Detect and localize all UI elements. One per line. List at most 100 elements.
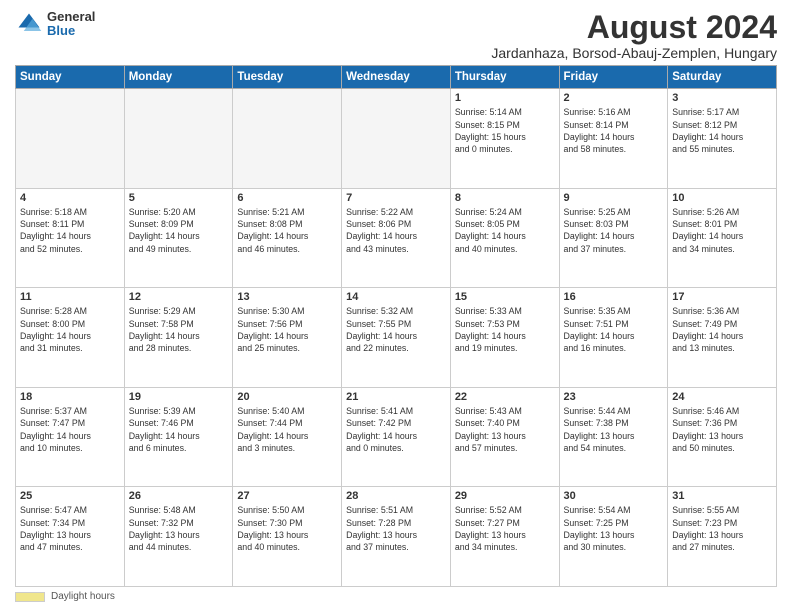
- day-info: Sunrise: 5:40 AM Sunset: 7:44 PM Dayligh…: [237, 405, 337, 454]
- table-row: 31Sunrise: 5:55 AM Sunset: 7:23 PM Dayli…: [668, 487, 777, 587]
- calendar-row: 18 Sunrise: 5:37 AM Sunset: 7:47 PM Dayli…: [16, 387, 777, 487]
- day-number: 6: [237, 192, 337, 204]
- table-row: 9 Sunrise: 5:25 AM Sunset: 8:03 PM Daylig…: [559, 188, 668, 288]
- table-row: 4 Sunrise: 5:18 AM Sunset: 8:11 PM Daylig…: [16, 188, 125, 288]
- day-number: 25: [20, 490, 120, 502]
- table-row: [233, 89, 342, 189]
- table-row: 3Sunrise: 5:17 AM Sunset: 8:12 PM Daylig…: [668, 89, 777, 189]
- table-row: 27 Sunrise: 5:50 AM Sunset: 7:30 PM Dayli…: [233, 487, 342, 587]
- day-number: 28: [346, 490, 446, 502]
- title-block: August 2024 Jardanhaza, Borsod-Abauj-Zem…: [491, 10, 777, 61]
- calendar-row: 25Sunrise: 5:47 AM Sunset: 7:34 PM Dayli…: [16, 487, 777, 587]
- table-row: 1Sunrise: 5:14 AM Sunset: 8:15 PM Daylig…: [450, 89, 559, 189]
- table-row: 5 Sunrise: 5:20 AM Sunset: 8:09 PM Daylig…: [124, 188, 233, 288]
- day-info: Sunrise: 5:54 AM Sunset: 7:25 PM Dayligh…: [564, 504, 664, 553]
- day-number: 16: [564, 291, 664, 303]
- calendar-row: 1Sunrise: 5:14 AM Sunset: 8:15 PM Daylig…: [16, 89, 777, 189]
- calendar-row: 11Sunrise: 5:28 AM Sunset: 8:00 PM Dayli…: [16, 288, 777, 388]
- table-row: 16 Sunrise: 5:35 AM Sunset: 7:51 PM Dayli…: [559, 288, 668, 388]
- table-row: 12Sunrise: 5:29 AM Sunset: 7:58 PM Dayli…: [124, 288, 233, 388]
- table-row: 15Sunrise: 5:33 AM Sunset: 7:53 PM Dayli…: [450, 288, 559, 388]
- calendar-table: Sunday Monday Tuesday Wednesday Thursday…: [15, 65, 777, 587]
- calendar-row: 4 Sunrise: 5:18 AM Sunset: 8:11 PM Daylig…: [16, 188, 777, 288]
- table-row: 21 Sunrise: 5:41 AM Sunset: 7:42 PM Dayli…: [342, 387, 451, 487]
- day-info: Sunrise: 5:35 AM Sunset: 7:51 PM Dayligh…: [564, 305, 664, 354]
- col-sunday: Sunday: [16, 66, 125, 89]
- day-number: 9: [564, 192, 664, 204]
- day-number: 3: [672, 92, 772, 104]
- table-row: 2Sunrise: 5:16 AM Sunset: 8:14 PM Daylig…: [559, 89, 668, 189]
- day-info: Sunrise: 5:32 AM Sunset: 7:55 PM Dayligh…: [346, 305, 446, 354]
- day-number: 4: [20, 192, 120, 204]
- day-number: 30: [564, 490, 664, 502]
- col-wednesday: Wednesday: [342, 66, 451, 89]
- logo-general: General: [47, 10, 95, 24]
- day-number: 1: [455, 92, 555, 104]
- day-info: Sunrise: 5:20 AM Sunset: 8:09 PM Dayligh…: [129, 206, 229, 255]
- day-number: 19: [129, 391, 229, 403]
- day-number: 23: [564, 391, 664, 403]
- day-number: 8: [455, 192, 555, 204]
- logo-icon: [15, 10, 43, 38]
- table-row: 22Sunrise: 5:43 AM Sunset: 7:40 PM Dayli…: [450, 387, 559, 487]
- day-info: Sunrise: 5:37 AM Sunset: 7:47 PM Dayligh…: [20, 405, 120, 454]
- table-row: 7Sunrise: 5:22 AM Sunset: 8:06 PM Daylig…: [342, 188, 451, 288]
- day-info: Sunrise: 5:41 AM Sunset: 7:42 PM Dayligh…: [346, 405, 446, 454]
- col-monday: Monday: [124, 66, 233, 89]
- day-number: 21: [346, 391, 446, 403]
- day-number: 17: [672, 291, 772, 303]
- day-number: 18: [20, 391, 120, 403]
- day-info: Sunrise: 5:52 AM Sunset: 7:27 PM Dayligh…: [455, 504, 555, 553]
- table-row: 20 Sunrise: 5:40 AM Sunset: 7:44 PM Dayli…: [233, 387, 342, 487]
- table-row: 13 Sunrise: 5:30 AM Sunset: 7:56 PM Dayli…: [233, 288, 342, 388]
- day-number: 29: [455, 490, 555, 502]
- day-info: Sunrise: 5:48 AM Sunset: 7:32 PM Dayligh…: [129, 504, 229, 553]
- day-info: Sunrise: 5:50 AM Sunset: 7:30 PM Dayligh…: [237, 504, 337, 553]
- table-row: 25Sunrise: 5:47 AM Sunset: 7:34 PM Dayli…: [16, 487, 125, 587]
- day-info: Sunrise: 5:25 AM Sunset: 8:03 PM Dayligh…: [564, 206, 664, 255]
- page: General Blue August 2024 Jardanhaza, Bor…: [0, 0, 792, 612]
- day-number: 5: [129, 192, 229, 204]
- table-row: 18 Sunrise: 5:37 AM Sunset: 7:47 PM Dayli…: [16, 387, 125, 487]
- table-row: 23 Sunrise: 5:44 AM Sunset: 7:38 PM Dayli…: [559, 387, 668, 487]
- day-info: Sunrise: 5:44 AM Sunset: 7:38 PM Dayligh…: [564, 405, 664, 454]
- header: General Blue August 2024 Jardanhaza, Bor…: [15, 10, 777, 61]
- logo-blue: Blue: [47, 24, 95, 38]
- day-number: 26: [129, 490, 229, 502]
- table-row: 10 Sunrise: 5:26 AM Sunset: 8:01 PM Dayli…: [668, 188, 777, 288]
- calendar-header-row: Sunday Monday Tuesday Wednesday Thursday…: [16, 66, 777, 89]
- table-row: 14 Sunrise: 5:32 AM Sunset: 7:55 PM Dayli…: [342, 288, 451, 388]
- day-info: Sunrise: 5:29 AM Sunset: 7:58 PM Dayligh…: [129, 305, 229, 354]
- table-row: 11Sunrise: 5:28 AM Sunset: 8:00 PM Dayli…: [16, 288, 125, 388]
- footer: Daylight hours: [15, 591, 777, 602]
- day-number: 15: [455, 291, 555, 303]
- day-info: Sunrise: 5:30 AM Sunset: 7:56 PM Dayligh…: [237, 305, 337, 354]
- logo: General Blue: [15, 10, 95, 39]
- col-friday: Friday: [559, 66, 668, 89]
- table-row: 6Sunrise: 5:21 AM Sunset: 8:08 PM Daylig…: [233, 188, 342, 288]
- day-info: Sunrise: 5:26 AM Sunset: 8:01 PM Dayligh…: [672, 206, 772, 255]
- day-number: 31: [672, 490, 772, 502]
- day-number: 13: [237, 291, 337, 303]
- day-info: Sunrise: 5:18 AM Sunset: 8:11 PM Dayligh…: [20, 206, 120, 255]
- table-row: 28 Sunrise: 5:51 AM Sunset: 7:28 PM Dayli…: [342, 487, 451, 587]
- day-info: Sunrise: 5:28 AM Sunset: 8:00 PM Dayligh…: [20, 305, 120, 354]
- day-info: Sunrise: 5:24 AM Sunset: 8:05 PM Dayligh…: [455, 206, 555, 255]
- table-row: 26 Sunrise: 5:48 AM Sunset: 7:32 PM Dayli…: [124, 487, 233, 587]
- day-info: Sunrise: 5:16 AM Sunset: 8:14 PM Dayligh…: [564, 106, 664, 155]
- day-info: Sunrise: 5:46 AM Sunset: 7:36 PM Dayligh…: [672, 405, 772, 454]
- day-info: Sunrise: 5:22 AM Sunset: 8:06 PM Dayligh…: [346, 206, 446, 255]
- day-number: 10: [672, 192, 772, 204]
- day-number: 24: [672, 391, 772, 403]
- logo-text: General Blue: [47, 10, 95, 39]
- table-row: 8 Sunrise: 5:24 AM Sunset: 8:05 PM Daylig…: [450, 188, 559, 288]
- table-row: 17Sunrise: 5:36 AM Sunset: 7:49 PM Dayli…: [668, 288, 777, 388]
- table-row: 29 Sunrise: 5:52 AM Sunset: 7:27 PM Dayli…: [450, 487, 559, 587]
- table-row: 24 Sunrise: 5:46 AM Sunset: 7:36 PM Dayli…: [668, 387, 777, 487]
- table-row: [342, 89, 451, 189]
- day-number: 27: [237, 490, 337, 502]
- daylight-bar: [15, 592, 45, 602]
- day-number: 20: [237, 391, 337, 403]
- day-number: 14: [346, 291, 446, 303]
- day-info: Sunrise: 5:51 AM Sunset: 7:28 PM Dayligh…: [346, 504, 446, 553]
